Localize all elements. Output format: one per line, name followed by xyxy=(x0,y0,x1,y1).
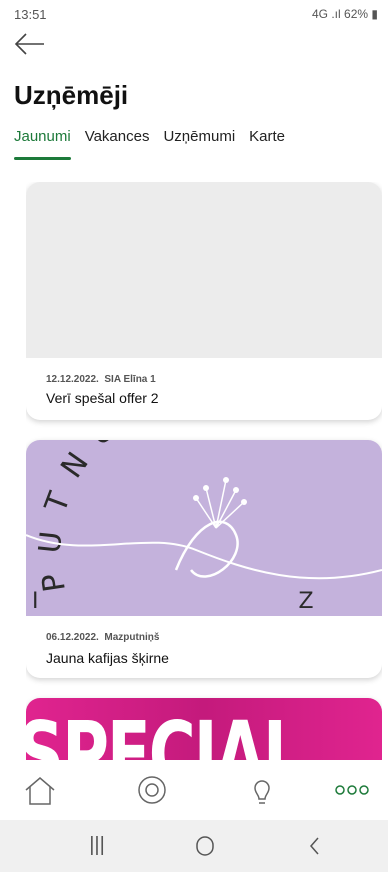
card-date: 06.12.2022. xyxy=(46,632,99,643)
tab-karte[interactable]: Karte xyxy=(249,128,285,160)
home-button-icon[interactable] xyxy=(190,834,220,858)
nav-ideas[interactable] xyxy=(242,774,282,808)
recent-apps-icon[interactable]: ||| xyxy=(82,834,112,858)
card-date: 12.12.2022. xyxy=(46,374,99,385)
card-image-placeholder xyxy=(26,182,382,358)
back-nav-icon[interactable] xyxy=(300,834,330,858)
card-meta: 12.12.2022. SIA Elīna 1 xyxy=(46,374,156,385)
card-title: Verī spešal offer 2 xyxy=(46,390,159,406)
nav-more[interactable] xyxy=(332,774,372,808)
more-icon xyxy=(335,785,369,795)
home-icon xyxy=(25,777,55,805)
tab-bar: Jaunumi Vakances Uzņēmumi Karte xyxy=(14,128,285,160)
tab-jaunumi[interactable]: Jaunumi xyxy=(14,128,71,160)
card-meta: 06.12.2022. Mazputniņš xyxy=(46,632,159,643)
status-time: 13:51 xyxy=(14,7,47,22)
nav-home[interactable] xyxy=(20,774,60,808)
status-right: 4G .ıl 62% ▮ xyxy=(312,7,378,21)
signal-icon: .ıl xyxy=(331,7,341,21)
logo-bottom-text: IZA ETA xyxy=(32,589,382,614)
news-card[interactable]: 12.12.2022. SIA Elīna 1 Verī spešal offe… xyxy=(26,182,382,420)
status-bar: 13:51 4G .ıl 62% ▮ xyxy=(0,0,388,28)
battery-level: 62% xyxy=(344,7,369,21)
back-button[interactable] xyxy=(14,32,48,56)
battery-icon: ▮ xyxy=(371,7,378,21)
system-navigation-bar: ||| xyxy=(0,820,388,872)
card-company: SIA Elīna 1 xyxy=(104,374,156,385)
putnu-logo-icon: PUTNU NAMS IZA ETA xyxy=(26,440,382,614)
news-feed[interactable]: 12.12.2022. SIA Elīna 1 Verī spešal offe… xyxy=(26,182,382,760)
arrow-left-icon xyxy=(14,33,44,55)
page-title: Uzņēmēji xyxy=(14,80,129,110)
card-title: Jauna kafijas šķirne xyxy=(46,650,169,666)
bottom-navigation xyxy=(0,760,388,820)
card-image-special: SPECIAL xyxy=(26,698,382,760)
location-icon xyxy=(138,776,166,804)
news-card[interactable]: PUTNU NAMS IZA ETA 06.12.2022. Mazputniņ… xyxy=(26,440,382,678)
tab-vakances[interactable]: Vakances xyxy=(85,128,150,160)
card-image-putnu: PUTNU NAMS IZA ETA xyxy=(26,440,382,616)
tab-uznemumi[interactable]: Uzņēmumi xyxy=(163,128,235,160)
special-banner-text: SPECIAL xyxy=(26,704,304,760)
news-card[interactable]: SPECIAL xyxy=(26,698,382,760)
card-company: Mazputniņš xyxy=(104,632,160,643)
network-indicator: 4G xyxy=(311,7,328,21)
lightbulb-icon xyxy=(254,780,270,804)
logo-top-text: PUTNU NAMS xyxy=(32,440,321,594)
nav-map[interactable] xyxy=(132,774,172,808)
